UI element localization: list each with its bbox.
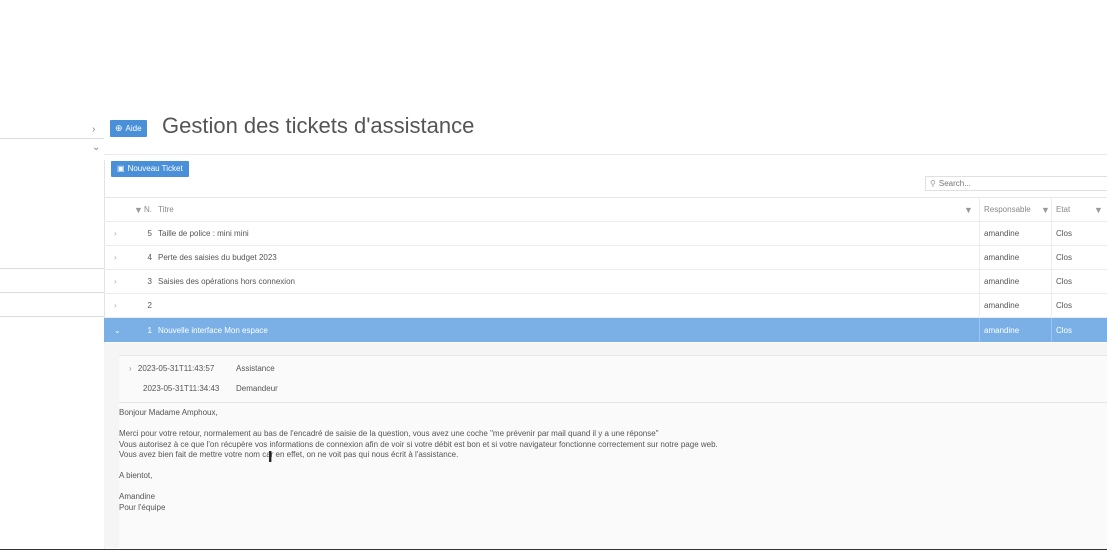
bottom-border (0, 549, 1107, 550)
sidebar-divider (0, 268, 104, 269)
search-icon: ⚲ (930, 179, 936, 188)
sidebar-expand-icon[interactable]: › (92, 124, 95, 135)
ticket-number: 2 (147, 301, 152, 310)
sidebar-divider (0, 138, 104, 139)
column-header-n[interactable]: N. (144, 198, 152, 221)
new-document-icon: ▣ (117, 164, 125, 173)
chevron-right-icon[interactable]: › (114, 294, 124, 317)
chevron-right-icon[interactable]: › (114, 270, 124, 293)
filter-icon[interactable]: ▼ (1094, 198, 1103, 221)
message-body: Bonjour Madame Amphoux, Merci pour votre… (119, 408, 1079, 513)
chevron-down-icon[interactable]: ⌄ (114, 318, 124, 342)
chevron-right-icon[interactable]: › (114, 246, 124, 269)
ticket-number: 5 (147, 229, 152, 238)
sidebar-divider (0, 316, 104, 317)
message-author: Demandeur (236, 384, 278, 393)
toolbar-divider (104, 154, 1107, 155)
message-line: A bientot, (119, 471, 153, 480)
search-box[interactable]: ⚲ (925, 176, 1107, 191)
ticket-number: 1 (147, 325, 152, 335)
message-line: Pour l'équipe (119, 502, 166, 512)
help-icon: ⊕ (115, 123, 123, 133)
chevron-right-icon[interactable]: › (114, 222, 124, 245)
table-row-selected[interactable]: ⌄ 1 Nouvelle interface Mon espace amandi… (104, 318, 1107, 342)
message-date: 2023-05-31T11:34:43 (143, 384, 220, 393)
ticket-title (158, 294, 958, 317)
message-line: Bonjour Madame Amphoux, (119, 408, 218, 417)
ticket-title: Saisies des opérations hors connexion (158, 277, 295, 286)
message-line: Vous avez bien fait de mettre votre nom … (119, 450, 459, 459)
message-line: Merci pour votre retour, normalement au … (119, 429, 659, 438)
aide-label: Aide (125, 124, 142, 133)
ticket-etat: Clos (1056, 325, 1073, 335)
message-line (119, 419, 1079, 430)
ticket-etat: Clos (1056, 277, 1073, 286)
message-line (119, 482, 1079, 493)
sidebar-collapse-icon[interactable]: ⌄ (92, 142, 100, 153)
table-row[interactable]: › 3 Saisies des opérations hors connexio… (104, 270, 1107, 294)
ticket-title: Perte des saisies du budget 2023 (158, 253, 277, 262)
ticket-responsable: amandine (984, 325, 1020, 335)
message-line: Vous autorisez à ce que l'on récupère vo… (119, 439, 718, 449)
new-ticket-button[interactable]: ▣ Nouveau Ticket (111, 161, 189, 177)
column-header-titre[interactable]: Titre (158, 198, 958, 221)
ticket-responsable: amandine (984, 253, 1020, 262)
filter-icon[interactable]: ▼ (964, 198, 973, 221)
message-line: Amandine (119, 492, 156, 501)
chevron-right-icon[interactable]: › (129, 364, 132, 373)
filter-icon[interactable]: ▼ (1041, 198, 1050, 221)
ticket-title: Nouvelle interface Mon espace (158, 325, 268, 335)
tickets-grid: ▼ N. Titre ▼ Responsable ▼ Etat ▼ › 5 Ta… (104, 197, 1107, 342)
table-row[interactable]: › 5 Taille de police : mini mini amandin… (104, 222, 1107, 246)
ticket-detail-panel: › 2023-05-31T11:43:57 Assistance 2023-05… (104, 343, 1107, 549)
aide-button[interactable]: ⊕ Aide (110, 120, 147, 137)
text-cursor-icon: I (268, 449, 273, 466)
ticket-number: 3 (147, 277, 152, 286)
message-date: 2023-05-31T11:43:57 (137, 364, 215, 373)
ticket-etat: Clos (1056, 301, 1073, 310)
ticket-title: Taille de police : mini mini (158, 229, 249, 238)
page-title: Gestion des tickets d'assistance (162, 113, 475, 138)
ticket-responsable: amandine (984, 301, 1020, 310)
message-header[interactable]: › 2023-05-31T11:43:57 (129, 364, 214, 373)
message-author: Assistance (236, 364, 275, 373)
sidebar-divider (0, 292, 104, 293)
table-row[interactable]: › 4 Perte des saisies du budget 2023 ama… (104, 246, 1107, 270)
search-input[interactable] (938, 179, 1089, 188)
ticket-responsable: amandine (984, 277, 1020, 286)
ticket-number: 4 (147, 253, 152, 262)
grid-header-row: ▼ N. Titre ▼ Responsable ▼ Etat ▼ (104, 197, 1107, 222)
message-line (119, 461, 1079, 472)
ticket-responsable: amandine (984, 229, 1020, 238)
filter-icon[interactable]: ▼ (134, 198, 143, 221)
ticket-etat: Clos (1056, 229, 1073, 238)
table-row[interactable]: › 2 amandine Clos (104, 294, 1107, 318)
new-ticket-label: Nouveau Ticket (127, 164, 183, 173)
ticket-etat: Clos (1056, 253, 1073, 262)
